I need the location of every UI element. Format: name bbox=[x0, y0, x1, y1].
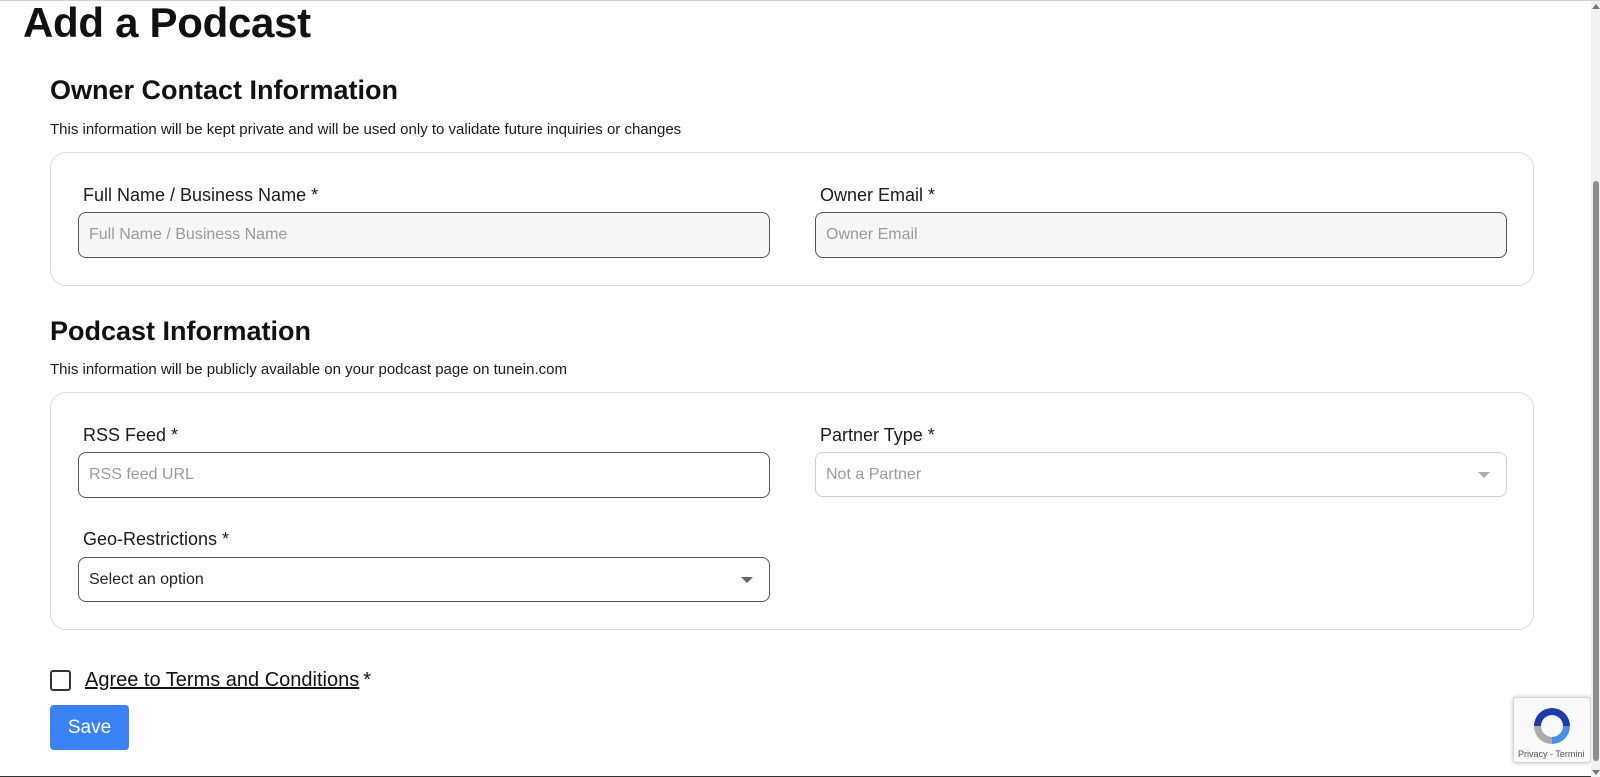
add-podcast-page: Add a Podcast Owner Contact Information … bbox=[0, 0, 1600, 777]
partner-type-value: Not a Partner bbox=[826, 465, 922, 483]
owner-section-title: Owner Contact Information bbox=[50, 75, 399, 105]
podcast-section-title: Podcast Information bbox=[50, 316, 312, 346]
terms-row: Agree to Terms and Conditions * bbox=[50, 669, 371, 692]
full-name-label: Full Name / Business Name * bbox=[83, 185, 319, 205]
scroll-down-icon[interactable] bbox=[1592, 770, 1600, 775]
podcast-info-card: RSS Feed * Partner Type * Not a Partner … bbox=[50, 392, 1534, 630]
chevron-down-icon bbox=[741, 577, 753, 583]
save-button[interactable]: Save bbox=[50, 705, 129, 750]
partner-type-label: Partner Type * bbox=[820, 425, 935, 445]
geo-restrictions-value: Select an option bbox=[89, 570, 204, 588]
geo-restrictions-select[interactable]: Select an option bbox=[78, 557, 770, 602]
owner-contact-card: Full Name / Business Name * Owner Email … bbox=[50, 152, 1534, 286]
chevron-down-icon bbox=[1478, 472, 1490, 478]
terms-link[interactable]: Agree to Terms and Conditions bbox=[85, 669, 359, 692]
full-name-input[interactable] bbox=[78, 212, 770, 258]
owner-section-subtitle: This information will be kept private an… bbox=[50, 121, 682, 138]
owner-email-input[interactable] bbox=[815, 212, 1507, 258]
owner-email-label: Owner Email * bbox=[820, 185, 936, 205]
vertical-scrollbar[interactable] bbox=[1591, 1, 1600, 777]
rss-feed-input[interactable] bbox=[78, 452, 770, 498]
recaptcha-links[interactable]: Privacy - Termini bbox=[1518, 749, 1584, 759]
recaptcha-icon bbox=[1530, 704, 1574, 753]
rss-feed-label: RSS Feed * bbox=[83, 425, 179, 445]
required-mark: * bbox=[363, 669, 372, 691]
scroll-up-icon[interactable] bbox=[1592, 4, 1600, 9]
terms-checkbox[interactable] bbox=[50, 670, 71, 691]
podcast-section-subtitle: This information will be publicly availa… bbox=[50, 361, 567, 378]
recaptcha-badge[interactable]: Privacy - Termini bbox=[1513, 697, 1591, 763]
partner-type-select[interactable]: Not a Partner bbox=[815, 452, 1507, 497]
page-title: Add a Podcast bbox=[23, 0, 311, 46]
scrollbar-thumb[interactable] bbox=[1593, 181, 1599, 761]
geo-restrictions-label: Geo-Restrictions * bbox=[83, 529, 230, 549]
